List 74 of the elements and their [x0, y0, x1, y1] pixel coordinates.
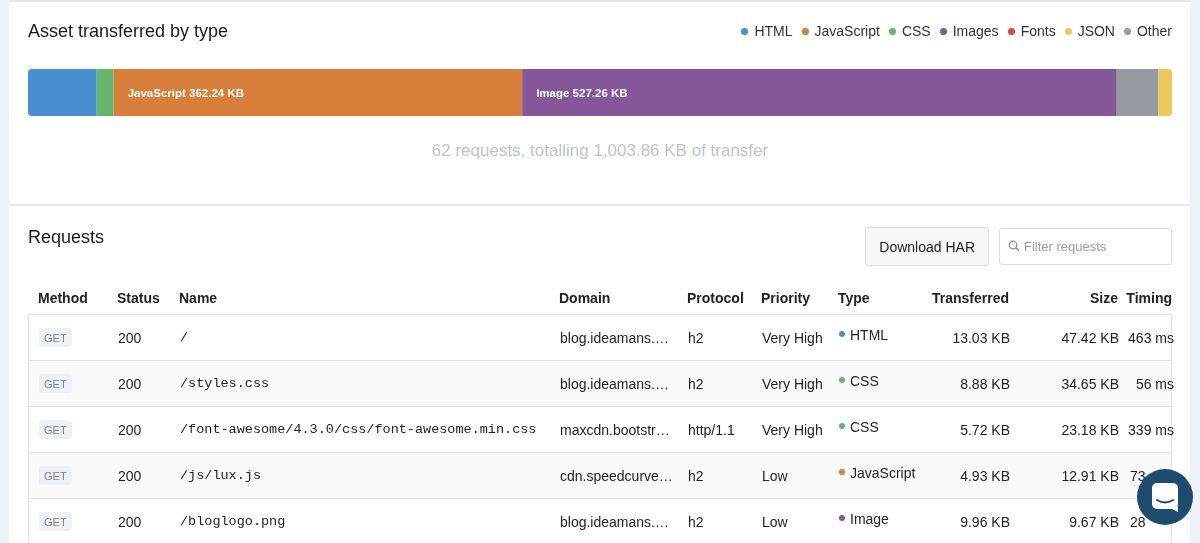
column-header: Status: [117, 290, 161, 306]
method-badge: GET: [39, 512, 72, 531]
table-cell-text: 47.42 KB: [1060, 329, 1120, 346]
type-label: CSS: [850, 373, 879, 389]
summary-text: 62 requests, totalling 1,003.86 KB of transfer: [431, 141, 769, 161]
column-header: Type: [838, 290, 871, 306]
method-badge: GET: [39, 466, 72, 485]
table-cell-text: h2: [688, 467, 705, 484]
legend-label: Fonts: [1020, 23, 1056, 39]
file-name: /: [180, 330, 190, 345]
segment-label: Image 527.26 KB: [536, 86, 628, 99]
method-badge: GET: [39, 420, 72, 439]
legend-label: Other: [1137, 23, 1172, 39]
file-name: /bloglogo.png: [180, 514, 287, 529]
column-header: Method: [38, 290, 89, 306]
table-cell-text: h2: [688, 375, 705, 392]
table-cell-text: blog.ideamans.…: [560, 513, 670, 530]
legend-label: CSS: [901, 23, 931, 39]
table-cell-text: 34.65 KB: [1060, 375, 1120, 392]
table-cell-text: Very High: [762, 375, 824, 392]
type-label: HTML: [850, 327, 889, 343]
search-icon: [1008, 240, 1020, 252]
column-header: Priority: [761, 290, 811, 306]
table-cell-text: 200: [118, 375, 143, 392]
table-cell-text: 28: [1129, 513, 1146, 530]
panel-title: Requests: [28, 227, 106, 248]
column-header: Protocol: [687, 290, 745, 306]
filter-field[interactable]: Filter requests: [999, 228, 1172, 265]
table-cell-text: h2: [688, 513, 705, 530]
table-cell-text: Low: [762, 467, 789, 484]
column-header: Domain: [559, 290, 612, 306]
table-cell-text: blog.ideamans.…: [560, 329, 670, 346]
file-name: /js/lux.js: [180, 468, 262, 483]
file-name: /font-awesome/4.3.0/css/font-awesome.min.css: [180, 422, 538, 437]
method-badge: GET: [39, 328, 72, 347]
table-cell-text: Very High: [762, 329, 824, 346]
type-label: Image: [850, 511, 889, 527]
panel-title: Asset transferred by type: [28, 20, 229, 42]
table-cell-text: 200: [118, 513, 143, 530]
table-cell-text: 200: [118, 467, 143, 484]
table-cell-text: cdn.speedcurve…: [560, 467, 674, 484]
column-header: Timing: [1126, 290, 1172, 306]
table-cell: 463 ms: [1128, 329, 1174, 346]
table-cell-text: 5.72 KB: [959, 421, 1011, 438]
table-cell-text: 9.67 KB: [1068, 513, 1120, 530]
file-name: /styles.css: [180, 376, 271, 391]
table-cell-text: maxcdn.bootstr…: [560, 421, 671, 438]
legend-label: Images: [952, 23, 999, 39]
table-cell-text: 12.91 KB: [1060, 467, 1120, 484]
table-cell-text: 9.96 KB: [959, 513, 1011, 530]
table-cell-text: blog.ideamans.…: [560, 375, 670, 392]
table-cell-text: h2: [688, 329, 705, 346]
type-label: CSS: [850, 419, 879, 435]
table-cell-text: 200: [118, 329, 143, 346]
table-cell-text: 200: [118, 421, 143, 438]
legend-label: JavaScript: [814, 23, 880, 39]
table-cell: 339 ms: [1128, 421, 1174, 438]
column-header: Transferred: [930, 290, 1010, 306]
legend-label: HTML: [754, 23, 793, 39]
table-cell-text: 4.93 KB: [959, 467, 1011, 484]
method-badge: GET: [39, 374, 72, 393]
type-label: JavaScript: [850, 465, 916, 481]
table-cell-text: 8.88 KB: [959, 375, 1011, 392]
table-cell-text: Low: [762, 513, 789, 530]
table-cell-text: Very High: [762, 421, 824, 438]
column-header: Size: [1089, 290, 1119, 306]
table-cell: 56 ms: [1135, 375, 1174, 392]
segment-label: JavaScript 362.24 KB: [127, 86, 245, 99]
download-button[interactable]: Download HAR: [865, 227, 989, 266]
column-header: Name: [179, 290, 219, 306]
table-cell-text: 23.18 KB: [1060, 421, 1120, 438]
table-cell-text: http/1.1: [688, 421, 736, 438]
legend-label: JSON: [1077, 23, 1115, 39]
table-cell-text: 13.03 KB: [951, 329, 1011, 346]
